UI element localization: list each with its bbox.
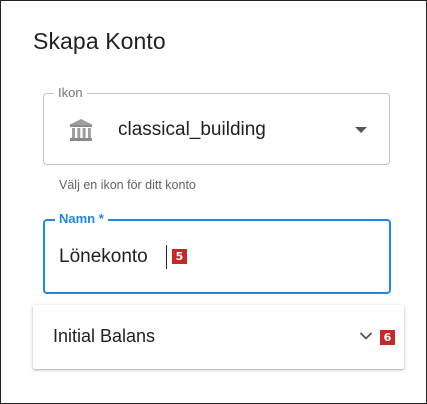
- annotation-badge: 5: [172, 249, 187, 264]
- name-field-label: Namn *: [55, 211, 108, 227]
- name-field[interactable]: Namn *: [43, 211, 391, 294]
- icon-select[interactable]: Ikon classical_building: [43, 85, 390, 165]
- text-caret: [166, 245, 167, 269]
- name-input[interactable]: [59, 243, 359, 271]
- icon-helper-text: Välj en ikon för ditt konto: [59, 178, 196, 192]
- icon-select-value: classical_building: [118, 119, 266, 140]
- create-account-dialog: Skapa Konto Ikon classical_building Välj…: [0, 0, 427, 404]
- dialog-title: Skapa Konto: [33, 28, 166, 54]
- classical-building-icon: [69, 119, 93, 141]
- annotation-badge: 6: [380, 330, 395, 345]
- icon-select-label: Ikon: [54, 85, 87, 101]
- initial-balance-panel[interactable]: Initial Balans: [33, 305, 404, 369]
- chevron-down-icon[interactable]: [359, 331, 373, 341]
- initial-balance-title: Initial Balans: [53, 326, 156, 346]
- dropdown-arrow-icon[interactable]: [355, 127, 367, 133]
